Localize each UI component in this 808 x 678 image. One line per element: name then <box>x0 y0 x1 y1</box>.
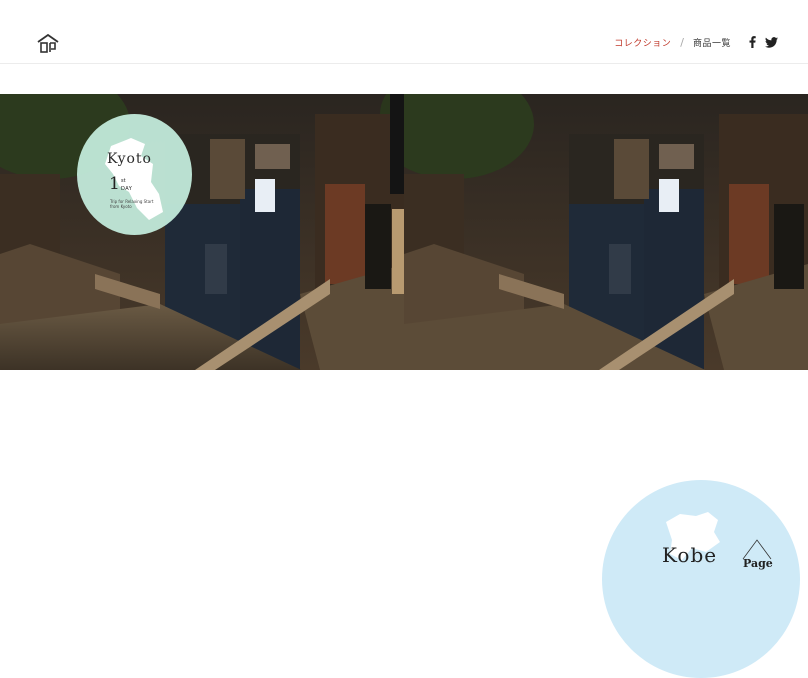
kyoto-title: Kyoto <box>107 151 152 167</box>
house-seal-logo-icon[interactable] <box>36 33 60 55</box>
social-links <box>749 36 778 48</box>
facebook-icon[interactable] <box>749 36 756 48</box>
nav-collection-link[interactable]: コレクション <box>614 36 671 49</box>
kobe-badge[interactable]: Kobe Page <box>602 480 800 678</box>
kyoto-tagline: Trip for Relaxing Start from Kyoto <box>110 199 154 209</box>
kyoto-day-suffix: st <box>121 178 126 184</box>
kyoto-day-number: 1 <box>109 174 120 194</box>
kyoto-badge[interactable]: Kyoto 1 st DAY Trip for Relaxing Start f… <box>77 114 192 235</box>
kyoto-alley-night-photo <box>0 94 404 370</box>
kyoto-day-label: DAY <box>121 186 133 192</box>
kobe-page-label: Page <box>743 557 773 570</box>
nav-products-link[interactable]: 商品一覧 <box>693 36 731 49</box>
twitter-icon[interactable] <box>765 36 778 48</box>
kobe-title: Kobe <box>662 543 718 567</box>
site-header: コレクション / 商品一覧 <box>0 0 808 64</box>
main-nav: コレクション / 商品一覧 <box>614 34 808 50</box>
nav-separator: / <box>680 35 684 49</box>
kyoto-alley-night-photo-repeat <box>404 94 808 370</box>
